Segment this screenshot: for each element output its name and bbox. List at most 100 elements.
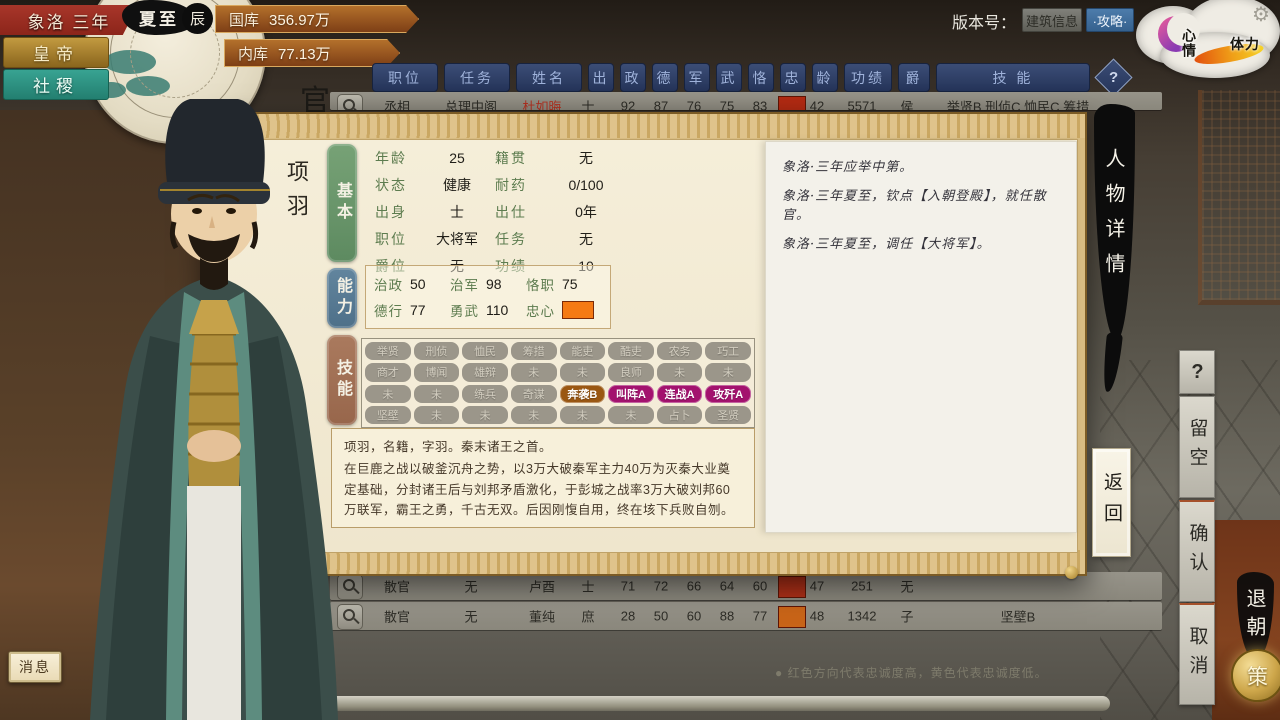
skill-cell[interactable]: 连战A xyxy=(657,385,703,403)
row-cell-age: 42 xyxy=(810,99,824,111)
era-year-banner[interactable]: 象洛 三年 xyxy=(0,5,138,35)
magnifier-icon[interactable] xyxy=(337,574,363,600)
roster-header-col[interactable]: 爵 xyxy=(898,63,930,92)
basic-label: 耐药 xyxy=(495,175,543,195)
row-cell-stat1: 50 xyxy=(654,609,668,624)
row-cell-age: 48 xyxy=(810,609,824,624)
skill-cell: 奇谋 xyxy=(511,385,557,403)
basic-info-grid: 年龄25籍贯无状态健康耐药0/100出身士出仕0年职位大将军任务无爵位无功绩10 xyxy=(375,148,637,276)
ability-label: 忠心 xyxy=(526,300,555,320)
row-cell-age: 47 xyxy=(810,579,824,594)
row-cell-stat4: 60 xyxy=(753,579,767,594)
tab-skill[interactable]: 技能 xyxy=(327,335,357,425)
skill-cell: 能吏 xyxy=(560,342,606,360)
message-button[interactable]: 消息 xyxy=(8,651,62,683)
skill-cell: 未 xyxy=(511,363,557,381)
strategy-seal-button[interactable]: 策 xyxy=(1231,649,1280,702)
roster-header-col[interactable]: 功绩 xyxy=(844,63,892,92)
event-log-panel: 象洛·三年应举中第。象洛·三年夏至，钦点【入朝登殿】，就任散官。象洛·三年夏至，… xyxy=(765,141,1077,533)
bio-line: 在巨鹿之战以破釜沉舟之势，以3万大破秦军主力40万为灭秦大业奠定基础，分封诸王后… xyxy=(344,459,742,520)
roster-header-col[interactable]: 德 xyxy=(652,63,678,92)
event-log-line: 象洛·三年夏至，调任【大将军】。 xyxy=(782,233,1060,252)
table-row[interactable]: 丞相总理中阁杜如晦士9287767583425571侯举贤B 刑侦C 恤民C 筹… xyxy=(330,92,1162,110)
roster-header-col[interactable]: 忠 xyxy=(780,63,806,92)
ability-pair: 恪职75 xyxy=(526,274,602,294)
cancel-button[interactable]: 取消 xyxy=(1179,603,1215,705)
ability-pair: 勇武110 xyxy=(450,300,526,320)
ability-label: 恪职 xyxy=(526,274,555,294)
basic-value: 无 xyxy=(543,148,629,168)
skill-cell[interactable]: 叫阵A xyxy=(608,385,654,403)
building-info-button[interactable]: 建筑信息 xyxy=(1022,8,1082,32)
roster-header-col[interactable]: 龄 xyxy=(812,63,838,92)
skill-cell: 未 xyxy=(414,385,460,403)
leave-blank-button[interactable]: 留空 xyxy=(1179,396,1215,498)
row-cell-stat4: 83 xyxy=(753,99,767,111)
ability-label: 勇武 xyxy=(450,300,479,320)
sidebar-item-sheji[interactable]: 社稷 xyxy=(3,69,109,100)
row-cell-origin: 庶 xyxy=(581,607,594,626)
skill-cell[interactable]: 攻歼A xyxy=(705,385,751,403)
roster-header-col[interactable]: 军 xyxy=(684,63,710,92)
row-cell-name: 董纯 xyxy=(529,607,555,626)
loyalty-legend: ● 红色方向代表忠诚度高，黄色代表忠诚度低。 xyxy=(775,664,1048,681)
privy-label: 内库 xyxy=(238,43,268,64)
row-cell-stat2: 60 xyxy=(687,609,701,624)
row-cell-merit: 251 xyxy=(851,579,873,594)
skill-cell: 未 xyxy=(705,363,751,381)
roster-header-col[interactable]: 职位 xyxy=(372,63,438,92)
row-cell-rank: 子 xyxy=(900,607,913,626)
table-row[interactable]: 散官无卢酉士717266646047251无 xyxy=(330,572,1162,600)
basic-label: 任务 xyxy=(495,229,543,249)
tab-ability[interactable]: 能力 xyxy=(327,268,357,328)
row-cell-merit: 1342 xyxy=(848,609,877,624)
basic-value: 0年 xyxy=(543,202,629,222)
row-cell-task: 无 xyxy=(464,607,477,626)
roster-header-col[interactable]: 技 能 xyxy=(936,63,1090,92)
roster-header-col[interactable]: 任务 xyxy=(444,63,510,92)
roster-help-icon[interactable]: ? xyxy=(1094,58,1132,96)
guide-button[interactable]: ·攻略· xyxy=(1086,8,1134,32)
skills-grid: 举贤刑侦恤民筹措能吏酷吏农务巧工商才博闻雄辩未未良师未未未未练兵奇谋奔袭B叫阵A… xyxy=(361,338,755,428)
ability-label: 治政 xyxy=(374,274,403,294)
basic-label: 出仕 xyxy=(495,202,543,222)
row-cell-rank: 侯 xyxy=(900,97,913,111)
ability-row: 德行77勇武110忠心 xyxy=(374,300,602,320)
sidebar-item-emperor[interactable]: 皇帝 xyxy=(3,37,109,68)
skill-cell[interactable]: 奔袭B xyxy=(560,385,606,403)
table-row[interactable]: 散官无董纯庶2850608877481342子坚壁B xyxy=(330,602,1162,630)
roster-header-col[interactable]: 出 xyxy=(588,63,614,92)
skill-cell: 恤民 xyxy=(462,342,508,360)
roster-header-col[interactable]: 姓名 xyxy=(516,63,582,92)
roster-header-col[interactable]: 恪 xyxy=(748,63,774,92)
ability-value: 98 xyxy=(486,276,502,292)
roster-header-col[interactable]: 政 xyxy=(620,63,646,92)
loyalty-block xyxy=(778,606,806,628)
skill-cell: 巧工 xyxy=(705,342,751,360)
skill-cell: 未 xyxy=(462,406,508,424)
biography-box: 项羽，名籍，字羽。秦末诸王之首。在巨鹿之战以破釜沉舟之势，以3万大破秦军主力40… xyxy=(331,428,755,528)
basic-label: 籍贯 xyxy=(495,148,543,168)
help-button[interactable]: ? xyxy=(1179,350,1215,394)
character-name: 项羽 xyxy=(279,160,311,228)
row-cell-position: 散官 xyxy=(384,607,410,626)
return-button[interactable]: 返回 xyxy=(1092,448,1131,557)
confirm-button[interactable]: 确认 xyxy=(1179,500,1215,602)
skill-cell: 良师 xyxy=(608,363,654,381)
magnifier-icon[interactable] xyxy=(337,604,363,630)
scroll-roller xyxy=(232,696,1110,711)
skill-cell: 未 xyxy=(511,406,557,424)
game-screen: 象洛 三年 皇帝 社稷 夏至 辰 国库 356.97万 内库 77.13万 版本… xyxy=(0,0,1280,720)
mood-label: 心情 xyxy=(1178,28,1198,58)
loyalty-block xyxy=(778,576,806,598)
roster-header-col[interactable]: 武 xyxy=(716,63,742,92)
tab-basic[interactable]: 基本 xyxy=(327,144,357,262)
skill-cell: 博闻 xyxy=(414,363,460,381)
skill-cell: 未 xyxy=(608,406,654,424)
skill-cell: 未 xyxy=(657,363,703,381)
loyalty-block xyxy=(778,96,806,110)
row-cell-stat1: 72 xyxy=(654,579,668,594)
ability-value: 77 xyxy=(410,302,426,318)
row-cell-stat2: 66 xyxy=(687,579,701,594)
magnifier-icon[interactable] xyxy=(337,94,363,110)
